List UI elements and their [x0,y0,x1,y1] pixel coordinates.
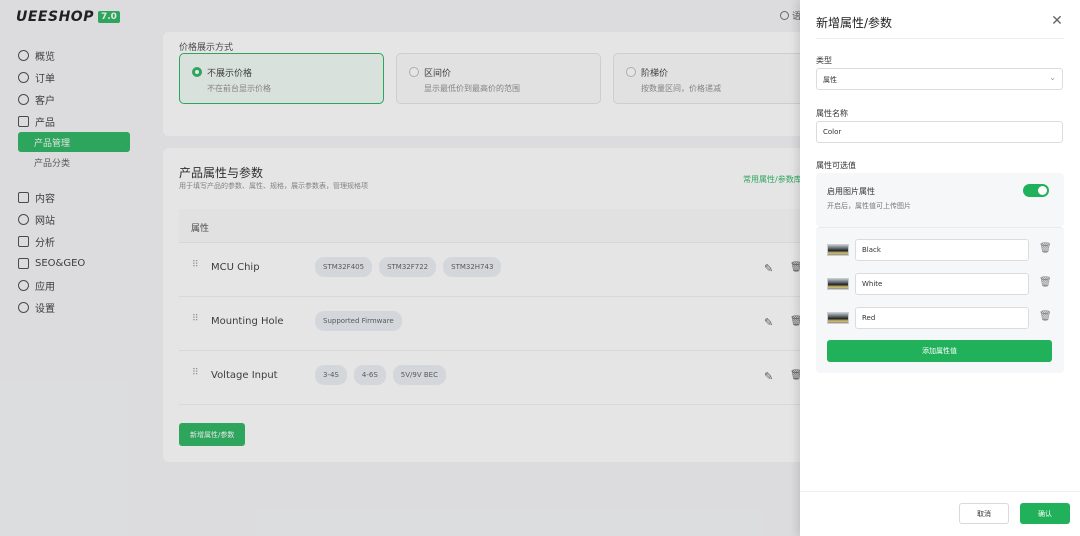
image-attribute-toggle[interactable] [1023,184,1049,197]
attribute-name-input[interactable]: Color [816,121,1063,143]
image-toggle-title: 启用图片属性 [827,187,875,196]
divider [816,38,1064,39]
add-attribute-drawer: 新增属性/参数 ✕ 类型 属性 ⌄ 属性名称 Color 属性可选值 启用图片属… [800,0,1080,536]
value-image-thumbnail[interactable] [827,312,849,324]
value-text: Black [862,246,881,254]
value-row: Red 🗑 [827,307,1052,329]
value-image-thumbnail[interactable] [827,244,849,256]
value-row: Black 🗑 [827,239,1052,261]
close-icon[interactable]: ✕ [1050,14,1064,28]
confirm-button[interactable]: 确认 [1020,503,1070,524]
type-label: 类型 [816,56,832,65]
image-attribute-panel: 启用图片属性 开启后，属性值可上传图片 [816,173,1064,227]
trash-icon[interactable]: 🗑 [1039,277,1052,288]
trash-icon[interactable]: 🗑 [1039,311,1052,322]
value-input[interactable]: Red [855,307,1029,329]
divider [800,491,1080,492]
value-text: White [862,280,883,288]
drawer-title: 新增属性/参数 [816,16,893,30]
values-label: 属性可选值 [816,161,856,170]
value-row: White 🗑 [827,273,1052,295]
type-value: 属性 [823,76,837,84]
name-label: 属性名称 [816,109,848,118]
value-input[interactable]: White [855,273,1029,295]
attribute-values-panel: Black 🗑 White 🗑 Red 🗑 添加属性值 [816,227,1064,373]
attribute-name-value: Color [823,128,842,136]
trash-icon[interactable]: 🗑 [1039,243,1052,254]
modal-overlay[interactable] [0,0,800,536]
image-toggle-desc: 开启后，属性值可上传图片 [827,202,911,210]
add-value-button[interactable]: 添加属性值 [827,340,1052,362]
cancel-button[interactable]: 取消 [959,503,1009,524]
value-input[interactable]: Black [855,239,1029,261]
type-select[interactable]: 属性 ⌄ [816,68,1063,90]
chevron-down-icon: ⌄ [1049,73,1056,82]
value-image-thumbnail[interactable] [827,278,849,290]
value-text: Red [862,314,876,322]
